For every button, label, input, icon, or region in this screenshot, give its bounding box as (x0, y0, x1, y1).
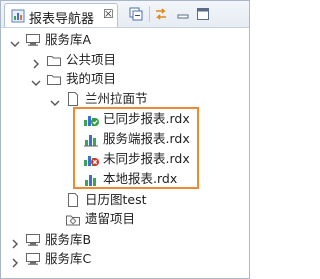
server-icon (25, 32, 41, 48)
server-report-icon (83, 131, 99, 147)
folder-icon (46, 71, 62, 87)
tree-node-report-file[interactable]: 服务端报表.rdx (1, 129, 247, 149)
tree-label: 已同步报表.rdx (103, 111, 190, 126)
tree-node-my-projects[interactable]: 我的项目 (1, 69, 247, 89)
collapsed-arrow-icon[interactable] (31, 55, 41, 69)
synced-report-icon (83, 111, 99, 127)
tree-label: 服务库C (45, 251, 92, 266)
tab-report-navigator[interactable]: 报表导航器 ☒ (4, 3, 118, 27)
tree-label: 本地报表.rdx (103, 171, 178, 186)
tree-node-server-b[interactable]: 服务库B (1, 230, 247, 250)
toolbar-separator (149, 6, 150, 22)
tab-label: 报表导航器 (29, 12, 95, 27)
report-navigator-icon (11, 9, 25, 26)
folder-icon (46, 52, 62, 68)
tree-node-calendar[interactable]: 日历图test (1, 190, 247, 210)
tree-node-report-file[interactable]: 未同步报表.rdx (1, 149, 247, 169)
tree-node-public-projects[interactable]: 公共项目 (1, 50, 247, 70)
tree-label: 公共项目 (66, 52, 117, 67)
tree-label: 遗留项目 (85, 211, 136, 226)
tree-label: 未同步报表.rdx (103, 151, 190, 166)
project-icon (65, 192, 81, 208)
link-editor-icon[interactable] (153, 6, 169, 22)
collapse-all-icon[interactable] (128, 6, 144, 22)
tree-label: 兰州拉面节 (85, 91, 148, 106)
expanded-arrow-icon[interactable] (31, 74, 41, 86)
server-icon (25, 251, 41, 267)
expanded-arrow-icon[interactable] (50, 94, 60, 106)
tree-label: 我的项目 (66, 71, 117, 86)
maximize-icon[interactable] (195, 6, 211, 22)
collapsed-arrow-icon[interactable] (10, 254, 20, 268)
project-icon (65, 91, 81, 107)
view-tab-bar: 报表导航器 ☒ (1, 1, 249, 28)
tree-node-folder[interactable]: 兰州拉面节 (1, 89, 247, 109)
collapsed-arrow-icon[interactable] (10, 235, 20, 249)
close-icon[interactable]: ☒ (103, 7, 114, 21)
minimize-icon[interactable] (175, 6, 191, 22)
tree-label: 服务库B (45, 232, 92, 247)
tree-node-server-c[interactable]: 服务库C (1, 249, 247, 269)
tree-label: 日历图test (85, 192, 147, 207)
legacy-project-icon (65, 211, 81, 227)
server-icon (25, 232, 41, 248)
expanded-arrow-icon[interactable] (10, 35, 20, 47)
report-navigator-view: 报表导航器 ☒ 服务库A 公共项目 我的项目 兰州拉面节 已同步报表.rdx 服… (0, 0, 250, 279)
tree-label: 服务库A (45, 32, 92, 47)
tree-node-server-a[interactable]: 服务库A (1, 30, 247, 50)
tree-node-legacy[interactable]: 遗留项目 (1, 209, 247, 229)
local-report-icon (83, 171, 99, 187)
tree-label: 服务端报表.rdx (103, 131, 190, 146)
tree-node-report-file[interactable]: 本地报表.rdx (1, 169, 247, 189)
tree-node-report-file[interactable]: 已同步报表.rdx (1, 109, 247, 129)
unsynced-report-icon (83, 151, 99, 167)
